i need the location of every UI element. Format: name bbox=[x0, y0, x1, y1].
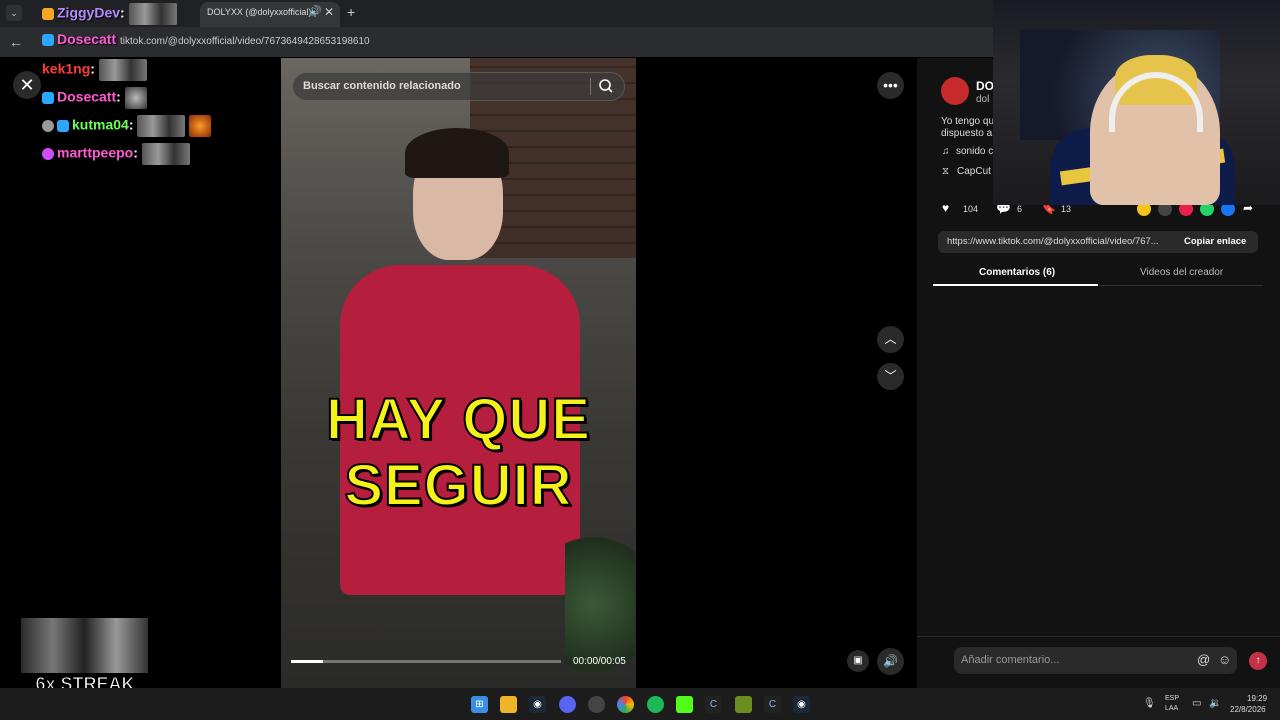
chat-line: Dosecatt bbox=[42, 31, 116, 47]
copy-link-button[interactable]: Copiar enlace bbox=[1184, 236, 1246, 247]
badge-icon bbox=[57, 120, 69, 132]
close-icon[interactable]: ✕ bbox=[13, 71, 41, 99]
url-field[interactable]: tiktok.com/@dolyxxofficial/video/7673649… bbox=[120, 36, 370, 47]
steam2-icon[interactable]: ◉ bbox=[793, 696, 810, 713]
chat-line: Dosecatt: bbox=[42, 87, 147, 109]
emote-image bbox=[124, 87, 147, 109]
chat-user: Dosecatt bbox=[57, 31, 117, 47]
emote-image bbox=[141, 143, 190, 165]
chat-user: kutma04 bbox=[72, 116, 129, 133]
send-button[interactable]: ↑ bbox=[1249, 652, 1267, 670]
badge-icon bbox=[42, 34, 54, 47]
spotify-icon[interactable] bbox=[647, 696, 664, 713]
progress-track[interactable] bbox=[291, 660, 561, 663]
chat-user: kek1ng bbox=[42, 60, 91, 77]
app-c2-icon[interactable]: C bbox=[764, 696, 781, 713]
progress-fill bbox=[291, 660, 324, 663]
music-icon: ♫ bbox=[942, 146, 950, 157]
tab-search-button[interactable]: ⌄ bbox=[6, 5, 22, 21]
more-icon[interactable]: ••• bbox=[877, 72, 904, 99]
tab-close-icon[interactable]: ✕ bbox=[324, 5, 334, 19]
chat-line: marttpeepo: bbox=[42, 143, 190, 165]
taskbar bbox=[0, 688, 1280, 720]
like-count: 104 bbox=[963, 204, 979, 214]
badge-icon bbox=[42, 120, 54, 132]
tray-time[interactable]: 19:29 bbox=[1247, 694, 1267, 703]
comment-divider bbox=[917, 636, 1280, 637]
tray-date[interactable]: 22/8/2026 bbox=[1230, 705, 1266, 714]
chat-user: marttpeepo bbox=[57, 144, 134, 161]
tab-sound-icon[interactable]: 🔊 bbox=[309, 6, 321, 17]
badge-icon bbox=[42, 148, 54, 160]
streak-image bbox=[21, 618, 148, 673]
link-text: https://www.tiktok.com/@dolyxxofficial/v… bbox=[947, 236, 1159, 247]
video-caption-line2: SEGUIR bbox=[343, 452, 573, 519]
search-divider bbox=[590, 78, 591, 95]
search-placeholder: Buscar contenido relacionado bbox=[303, 80, 461, 92]
file-explorer-icon[interactable] bbox=[500, 696, 517, 713]
description-line: Yo tengo qu bbox=[941, 116, 995, 127]
emote-image bbox=[128, 3, 177, 25]
app-c-icon[interactable]: C bbox=[705, 696, 722, 713]
comment-placeholder: Añadir comentario... bbox=[961, 654, 1060, 666]
tab-creator-videos[interactable]: Videos del creador bbox=[1140, 267, 1223, 278]
capcut-icon: ⧖ bbox=[942, 166, 950, 177]
avatar[interactable] bbox=[941, 77, 969, 105]
mention-icon[interactable]: @ bbox=[1197, 652, 1210, 667]
kick-icon[interactable] bbox=[676, 696, 693, 713]
steam-icon[interactable]: ◉ bbox=[529, 696, 546, 713]
video-time: 00:00/00:05 bbox=[573, 656, 626, 667]
pip-icon[interactable]: ▣ bbox=[847, 650, 869, 672]
sound-link[interactable]: sonido c bbox=[956, 146, 993, 157]
tab-underline bbox=[933, 284, 1098, 286]
obs-icon[interactable] bbox=[588, 696, 605, 713]
emote-image bbox=[98, 59, 147, 81]
tray-layout[interactable]: LAA bbox=[1165, 705, 1178, 712]
tab-comments[interactable]: Comentarios (6) bbox=[979, 267, 1055, 278]
new-tab-button[interactable]: + bbox=[347, 4, 355, 20]
fire-emote bbox=[189, 115, 212, 137]
comment-count: 6 bbox=[1017, 204, 1023, 214]
author-handle: dol bbox=[976, 94, 990, 105]
volume-icon[interactable]: 🔊 bbox=[877, 648, 904, 675]
tray-language[interactable]: ESP bbox=[1165, 695, 1179, 702]
microphone-icon[interactable]: 🎙 bbox=[1143, 698, 1156, 709]
chat-line: kutma04: bbox=[42, 115, 212, 137]
save-count: 13 bbox=[1061, 204, 1072, 214]
badge-icon bbox=[42, 92, 54, 104]
chat-user: ZiggyDev bbox=[57, 4, 121, 21]
discord-icon[interactable] bbox=[559, 696, 576, 713]
badge-icon bbox=[42, 8, 54, 20]
capcut-link[interactable]: CapCut · bbox=[957, 166, 997, 177]
windows-start-icon[interactable]: ⊞ bbox=[471, 696, 488, 713]
network-icon[interactable]: ▭ bbox=[1192, 698, 1201, 709]
app-folder-icon[interactable] bbox=[735, 696, 752, 713]
chevron-up-icon[interactable]: ︿ bbox=[877, 326, 904, 353]
video-caption-line1: HAY QUE bbox=[325, 386, 591, 453]
back-button[interactable]: ← bbox=[9, 34, 23, 50]
author-name[interactable]: DO bbox=[976, 79, 994, 93]
chevron-down-icon[interactable]: ﹀ bbox=[877, 363, 904, 390]
chrome-icon[interactable] bbox=[617, 696, 634, 713]
chat-user: Dosecatt bbox=[57, 88, 117, 105]
tab-title: DOLYXX (@dolyxxofficial) | bbox=[207, 7, 317, 17]
search-icon[interactable] bbox=[598, 78, 614, 94]
emoji-icon[interactable]: ☺ bbox=[1218, 652, 1231, 667]
description-line: dispuesto a bbox=[941, 128, 993, 139]
video-person-hair bbox=[405, 128, 509, 178]
speaker-icon[interactable]: 🔉 bbox=[1209, 698, 1221, 709]
chat-line: kek1ng: bbox=[42, 59, 147, 81]
chat-line: ZiggyDev: bbox=[42, 3, 177, 25]
like-icon[interactable]: ♥ bbox=[942, 201, 949, 215]
emote-image bbox=[137, 115, 186, 137]
